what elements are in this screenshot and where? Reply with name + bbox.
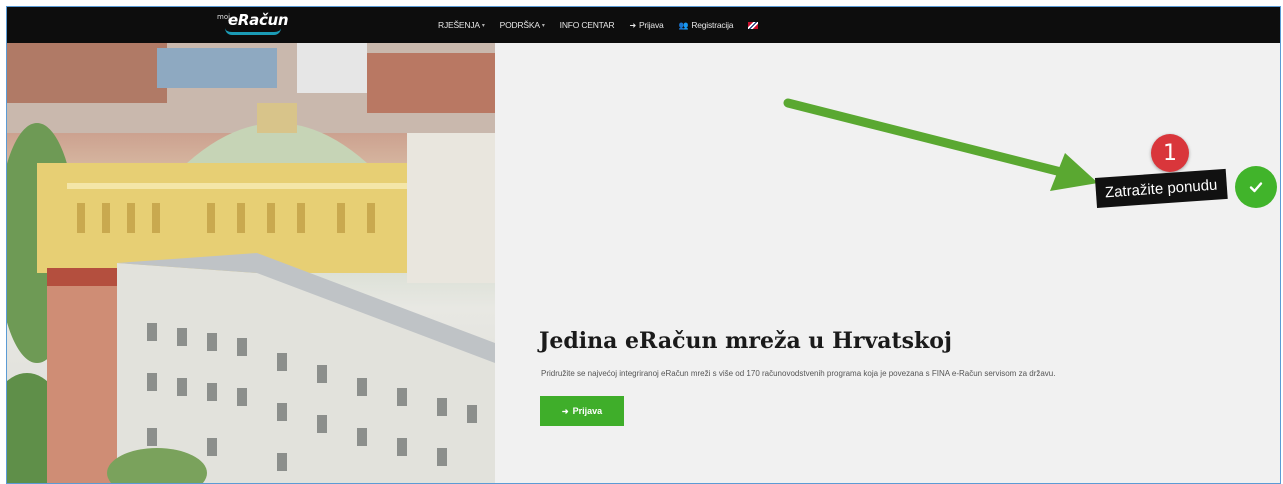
browser-frame: moj eRačun RJEŠENJA ▾ PODRŠKA ▾ INFO CEN… bbox=[6, 6, 1281, 484]
nav-item-label: RJEŠENJA bbox=[438, 20, 480, 30]
users-icon: 👥 bbox=[678, 20, 689, 30]
logo-swoosh bbox=[225, 28, 281, 35]
green-arrow-annotation bbox=[783, 98, 1098, 191]
chevron-down-icon: ▾ bbox=[481, 22, 485, 29]
request-offer-button[interactable] bbox=[1235, 166, 1277, 208]
nav-item-label: INFO CENTAR bbox=[559, 20, 615, 30]
logo-brand-name: eRačun bbox=[228, 11, 289, 29]
login-button-label: Prijava bbox=[572, 406, 603, 416]
nav-item-prijava[interactable]: ➜ Prijava bbox=[629, 20, 663, 30]
check-icon bbox=[1249, 182, 1263, 193]
nav-item-registracija[interactable]: 👥 Registracija bbox=[679, 20, 734, 30]
login-button[interactable]: ➜ Prijava bbox=[540, 396, 624, 426]
uk-flag-icon[interactable] bbox=[748, 21, 759, 29]
city-building-image bbox=[7, 43, 495, 483]
nav-item-rjesenja[interactable]: RJEŠENJA ▾ bbox=[438, 20, 485, 30]
top-navbar: moj eRačun RJEŠENJA ▾ PODRŠKA ▾ INFO CEN… bbox=[7, 7, 1280, 43]
chevron-down-icon: ▾ bbox=[541, 22, 545, 29]
sign-in-icon: ➜ bbox=[561, 406, 569, 416]
erecun-logo[interactable]: moj eRačun bbox=[217, 11, 289, 37]
nav-item-label: Prijava bbox=[638, 20, 664, 30]
nav-item-podrska[interactable]: PODRŠKA ▾ bbox=[500, 20, 545, 30]
nav-item-info-centar[interactable]: INFO CENTAR bbox=[560, 20, 615, 30]
step-number-badge: 1 bbox=[1151, 134, 1189, 172]
sign-in-icon: ➜ bbox=[629, 20, 636, 30]
hero-subtitle: Pridružite se najvećoj integriranoj eRač… bbox=[541, 369, 1056, 378]
building-illustration bbox=[7, 43, 495, 483]
nav-item-label: Registracija bbox=[691, 20, 734, 30]
nav-item-label: PODRŠKA bbox=[499, 20, 540, 30]
hero-title: Jedina eRačun mreža u Hrvatskoj bbox=[539, 328, 952, 354]
main-nav: RJEŠENJA ▾ PODRŠKA ▾ INFO CENTAR ➜ Prija… bbox=[438, 7, 759, 43]
